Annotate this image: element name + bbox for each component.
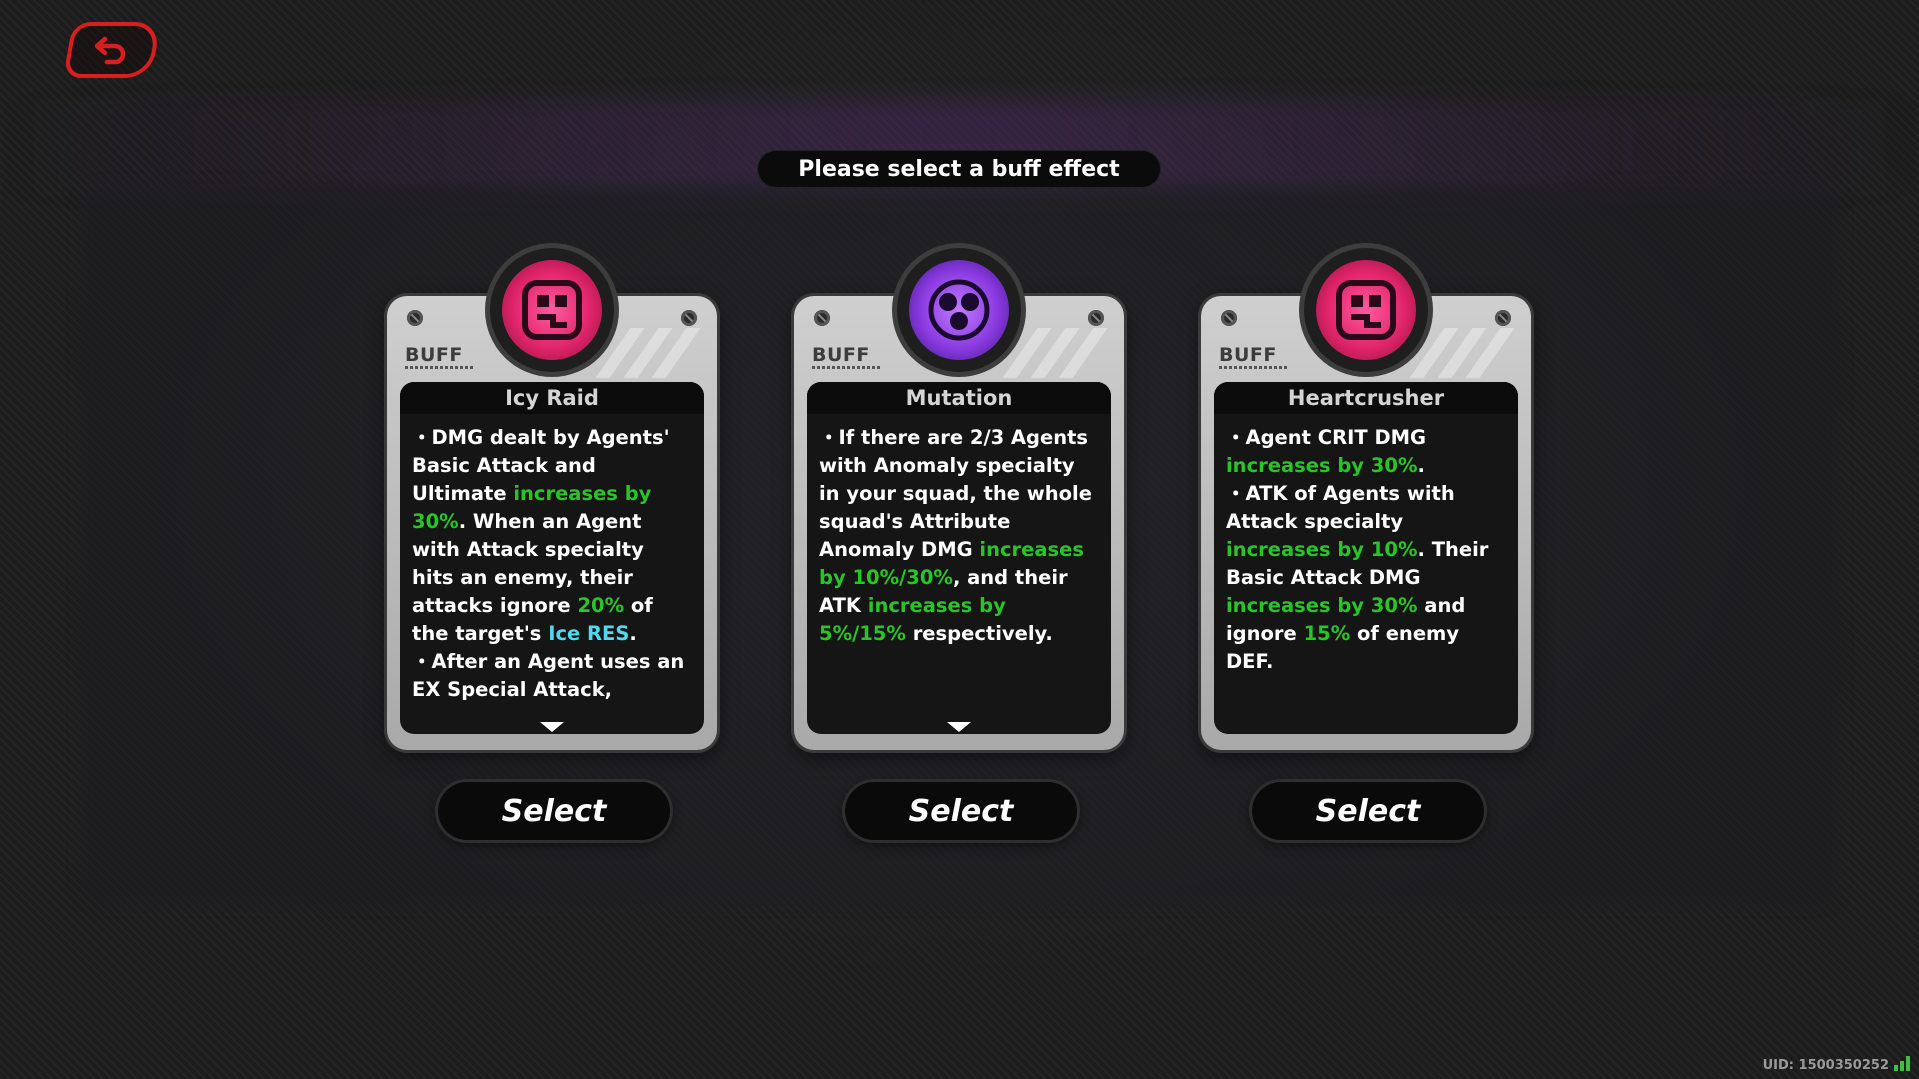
highlight-text: 20% [577, 594, 625, 617]
prompt-banner: Please select a buff effect [758, 151, 1160, 187]
emblem-disc [1316, 260, 1416, 360]
buff-tag: BUFF [405, 344, 463, 366]
description-text: ・Agent CRIT DMG [1226, 426, 1427, 449]
select-label: Select [908, 793, 1014, 829]
select-label: Select [1315, 793, 1421, 829]
buff-tag: BUFF [812, 344, 870, 366]
highlight-text: increases by 30% [1226, 594, 1418, 617]
select-button-2[interactable]: Select [845, 782, 1077, 840]
circuit-emblem-icon [522, 280, 582, 340]
screw-icon [1088, 310, 1104, 326]
buff-card-3[interactable]: BUFF Heartcrusher ・Agent CRIT DMG increa… [1201, 248, 1531, 750]
card-screen: Icy Raid ・DMG dealt by Agents' Basic Att… [400, 382, 704, 734]
triad-emblem-icon [928, 279, 990, 341]
card-stripes [593, 328, 703, 378]
card-screen: Mutation ・If there are 2/3 Agents with A… [807, 382, 1111, 734]
signal-icon [1894, 1056, 1910, 1071]
description-text: ・ATK of Agents with Attack specialty [1226, 482, 1455, 533]
description-text: ・After an Agent uses an EX Special Attac… [412, 650, 685, 701]
card-stripes [1407, 328, 1517, 378]
buff-card-2[interactable]: BUFF Mutation ・If there are 2/3 Agents w… [794, 248, 1124, 750]
highlight-text: Ice RES [548, 622, 630, 645]
back-arrow-icon [94, 36, 126, 65]
buff-emblem [897, 248, 1021, 372]
screw-icon [1221, 310, 1237, 326]
select-button-1[interactable]: Select [438, 782, 670, 840]
card-screen: Heartcrusher ・Agent CRIT DMG increases b… [1214, 382, 1518, 734]
screw-icon [681, 310, 697, 326]
card-description: ・Agent CRIT DMG increases by 30%. ・ATK of… [1214, 414, 1518, 676]
screw-icon [407, 310, 423, 326]
card-title: Heartcrusher [1214, 382, 1518, 414]
buff-card-1[interactable]: BUFF Icy Raid ・DMG dealt by Agents' Basi… [387, 248, 717, 750]
highlight-text: 15% [1303, 622, 1351, 645]
highlight-text: increases by 10% [1226, 538, 1418, 561]
buff-tag-underline [812, 366, 882, 369]
scroll-down-icon[interactable] [947, 722, 971, 732]
card-stripes [1000, 328, 1110, 378]
buff-tag-underline [405, 366, 475, 369]
circuit-emblem-icon [1336, 280, 1396, 340]
description-text: . [629, 622, 637, 645]
card-description: ・DMG dealt by Agents' Basic Attack and U… [400, 414, 704, 704]
emblem-disc [502, 260, 602, 360]
description-text: respectively. [905, 622, 1053, 645]
screw-icon [814, 310, 830, 326]
card-title: Mutation [807, 382, 1111, 414]
select-label: Select [501, 793, 607, 829]
description-text: . [1417, 454, 1425, 477]
back-button[interactable] [63, 22, 161, 78]
highlight-text: increases by 30% [1226, 454, 1418, 477]
uid-label: UID: 1500350252 [1762, 1058, 1889, 1073]
prompt-text: Please select a buff effect [798, 156, 1120, 182]
buff-tag-underline [1219, 366, 1289, 369]
buff-tag: BUFF [1219, 344, 1277, 366]
buff-emblem [490, 248, 614, 372]
screw-icon [1495, 310, 1511, 326]
card-description: ・If there are 2/3 Agents with Anomaly sp… [807, 414, 1111, 648]
scroll-down-icon[interactable] [540, 722, 564, 732]
buff-emblem [1304, 248, 1428, 372]
select-button-3[interactable]: Select [1252, 782, 1484, 840]
emblem-disc [909, 260, 1009, 360]
card-title: Icy Raid [400, 382, 704, 414]
